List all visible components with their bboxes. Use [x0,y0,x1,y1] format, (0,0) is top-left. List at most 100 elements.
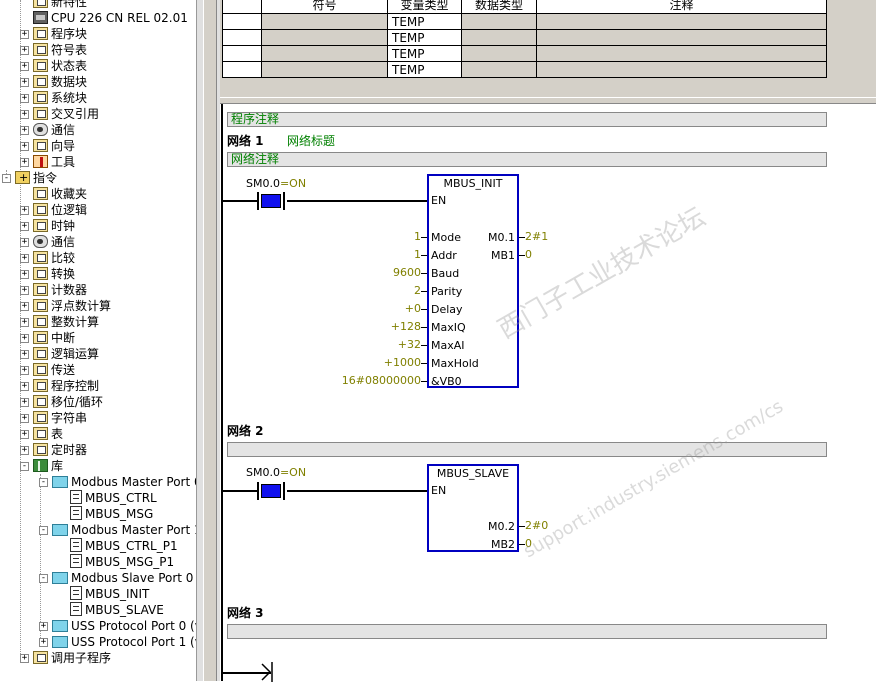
input-value-maxhold[interactable]: +1000 [384,356,421,369]
tree-item[interactable]: + 通信 [20,234,75,250]
input-value-maxiq[interactable]: +128 [391,320,421,333]
collapse-icon[interactable]: - [39,574,48,583]
expand-icon[interactable]: + [20,382,29,391]
expand-icon[interactable]: + [20,318,29,327]
row-header[interactable] [222,45,262,62]
mbus-init-box[interactable]: MBUS_INIT EN Mode Addr Baud Parity Delay… [427,174,519,388]
tree-item[interactable]: - Modbus Master Port 1 (v1 [39,522,196,538]
tree-item[interactable]: MBUS_MSG_P1 [70,554,174,570]
tree-item[interactable]: MBUS_CTRL_P1 [70,538,178,554]
comment-cell[interactable] [536,45,827,62]
table-row[interactable]: TEMP [222,45,827,62]
tree-item[interactable]: + 字符串 [20,410,87,426]
symbol-cell[interactable] [261,61,388,78]
expand-icon[interactable]: + [20,254,29,263]
network-2-comment[interactable] [227,442,827,457]
data-type-cell[interactable] [461,13,537,30]
tree-item[interactable]: + 交叉引用 [20,106,99,122]
tree-item[interactable]: + 程序块 [20,26,87,42]
tree-item[interactable]: MBUS_SLAVE [70,602,164,618]
expand-icon[interactable]: + [20,78,29,87]
tree-item[interactable]: + 移位/循环 [20,394,103,410]
tree-item[interactable]: - Modbus Slave Port 0 (v1.0 [39,570,196,586]
expand-icon[interactable]: + [20,222,29,231]
expand-icon[interactable]: + [39,638,48,647]
expand-icon[interactable]: + [20,270,29,279]
expand-icon[interactable]: + [39,622,48,631]
network-1-title[interactable]: 网络标题 [287,132,335,149]
expand-icon[interactable]: + [20,286,29,295]
input-value-mode[interactable]: 1 [414,230,421,243]
tree-item[interactable]: + 系统块 [20,90,87,106]
expand-icon[interactable]: + [20,62,29,71]
tree-item[interactable]: CPU 226 CN REL 02.01 [33,10,188,26]
tree-item[interactable]: + 时钟 [20,218,75,234]
symbol-cell[interactable] [261,29,388,46]
var-type-cell[interactable]: TEMP [387,29,462,46]
input-value-vb0[interactable]: 16#08000000 [342,374,421,387]
table-editor-divider[interactable] [220,97,876,104]
tree-item[interactable]: + 传送 [20,362,75,378]
expand-icon[interactable]: + [20,350,29,359]
symbol-cell[interactable] [261,13,388,30]
data-type-cell[interactable] [461,45,537,62]
program-comment[interactable]: 程序注释 [227,112,827,127]
table-row[interactable]: TEMP [222,13,827,30]
symbol-cell[interactable] [261,45,388,62]
collapse-icon[interactable]: - [39,526,48,535]
tree-item[interactable]: + 符号表 [20,42,87,58]
tree-item[interactable]: + 状态表 [20,58,87,74]
input-value-delay[interactable]: +0 [405,302,421,315]
input-value-parity[interactable]: 2 [414,284,421,297]
expand-icon[interactable]: + [20,366,29,375]
expand-icon[interactable]: + [20,158,29,167]
expand-icon[interactable]: + [20,398,29,407]
expand-icon[interactable]: + [20,446,29,455]
expand-icon[interactable]: + [20,30,29,39]
tree-item[interactable]: - 指令 [2,170,57,186]
network-2-label[interactable]: 网络 2 [227,422,264,439]
tree-item[interactable]: MBUS_MSG [70,506,153,522]
expand-icon[interactable]: + [20,654,29,663]
tree-item[interactable]: - Modbus Master Port 0 (v1 [39,474,196,490]
expand-icon[interactable]: + [20,46,29,55]
network-1-comment[interactable]: 网络注释 [227,152,827,167]
expand-icon[interactable]: + [20,126,29,135]
expand-icon[interactable]: + [20,142,29,151]
tree-item[interactable]: + 逻辑运算 [20,346,99,362]
tree-item[interactable]: + USS Protocol Port 1 (v2.3 [39,634,196,650]
expand-icon[interactable]: + [20,302,29,311]
tree-item[interactable]: + 程序控制 [20,378,99,394]
output-value-error[interactable]: 0 [525,537,532,550]
tree-item[interactable]: + 浮点数计算 [20,298,111,314]
var-type-cell[interactable]: TEMP [387,45,462,62]
row-header[interactable] [222,61,262,78]
data-type-cell[interactable] [461,61,537,78]
row-header[interactable] [222,13,262,30]
column-header-comment[interactable]: 注释 [536,0,827,14]
comment-cell[interactable] [536,13,827,30]
collapse-icon[interactable]: - [20,462,29,471]
pane-splitter[interactable] [196,0,220,681]
tree-item[interactable]: + 调用子程序 [20,650,111,666]
tree-item[interactable]: MBUS_INIT [70,586,149,602]
expand-icon[interactable]: + [20,94,29,103]
comment-cell[interactable] [536,61,827,78]
column-header-data-type[interactable]: 数据类型 [461,0,537,14]
network-2-contact[interactable] [255,482,287,500]
output-value-done[interactable]: 2#0 [525,519,548,532]
collapse-icon[interactable]: - [2,174,11,183]
tree-item[interactable]: 新特性 [33,0,87,10]
tree-item[interactable]: + 向导 [20,138,75,154]
table-row[interactable]: TEMP [222,29,827,46]
network-3-comment[interactable] [227,624,827,639]
tree-item[interactable]: + 定时器 [20,442,87,458]
tree-item[interactable]: + 整数计算 [20,314,99,330]
tree-item[interactable]: + 比较 [20,250,75,266]
row-header[interactable] [222,29,262,46]
expand-icon[interactable]: + [20,110,29,119]
comment-cell[interactable] [536,29,827,46]
output-value-error[interactable]: 0 [525,248,532,261]
expand-icon[interactable]: + [20,334,29,343]
tree-item[interactable]: -库 [20,458,63,474]
